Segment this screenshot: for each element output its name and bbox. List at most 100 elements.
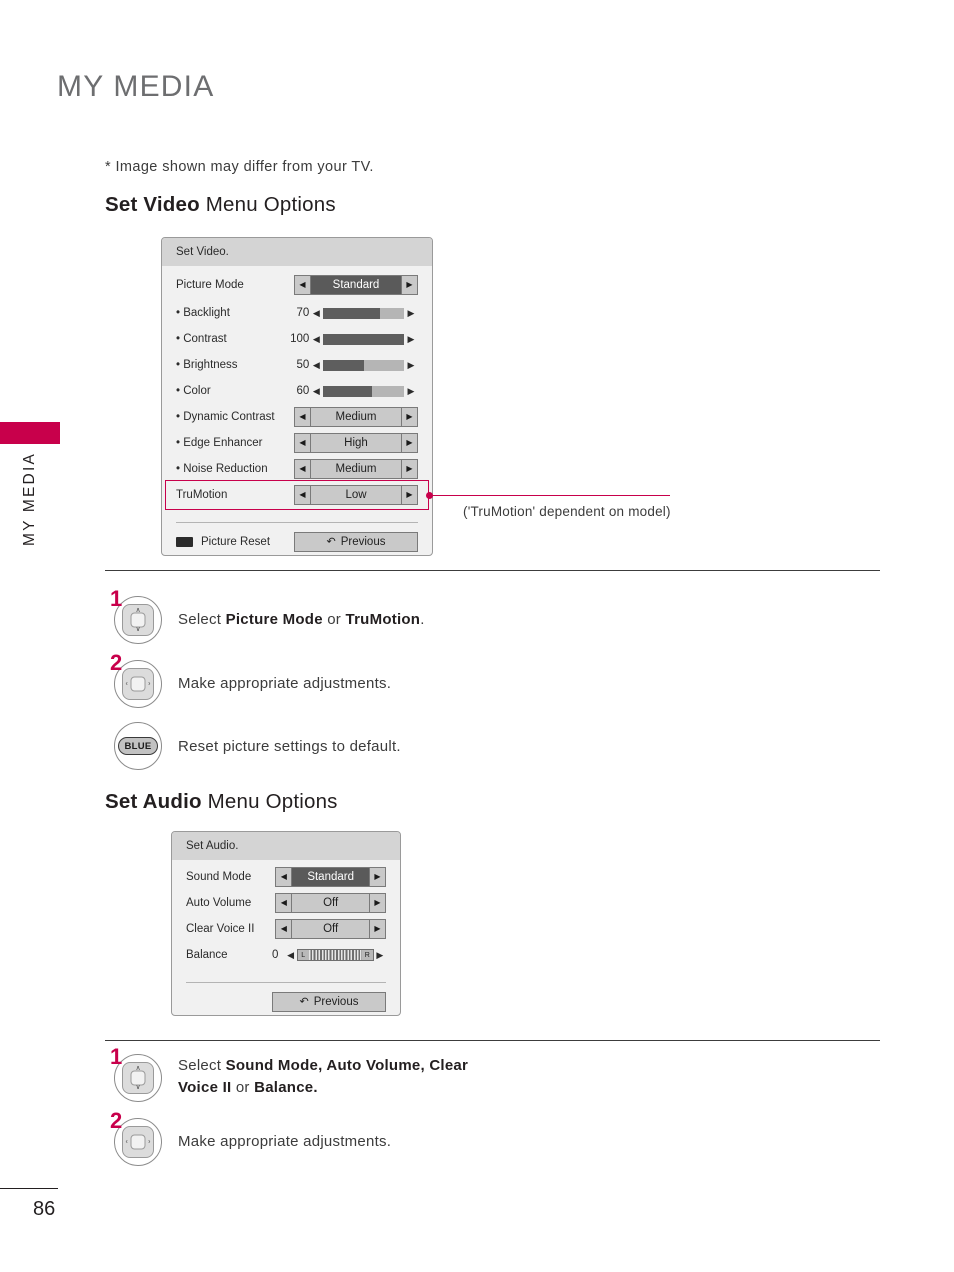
osd-stepper[interactable]: ◀ Medium ▶ bbox=[294, 407, 418, 427]
set-audio-heading: Set Audio Menu Options bbox=[105, 790, 338, 814]
back-arrow-icon: ↶ bbox=[326, 535, 336, 548]
stepper-left-arrow-icon[interactable]: ◀ bbox=[294, 433, 311, 453]
osd-stepper[interactable]: ◀ Medium ▶ bbox=[294, 459, 418, 479]
chevron-right-icon: › bbox=[148, 1138, 151, 1146]
osd-row[interactable]: Clear Voice II ◀ Off ▶ bbox=[172, 916, 400, 942]
slider-track[interactable] bbox=[323, 385, 404, 397]
slider-fill bbox=[323, 385, 372, 397]
slider-right-arrow-icon[interactable]: ▶ bbox=[404, 360, 418, 370]
set-video-heading: Set Video Menu Options bbox=[105, 193, 336, 217]
osd-row[interactable]: Picture Mode ◀ Standard ▶ bbox=[162, 270, 432, 300]
osd-row[interactable]: • Contrast 100 ◀ ▶ bbox=[162, 326, 432, 352]
osd-row[interactable]: • Color 60 ◀ ▶ bbox=[162, 378, 432, 404]
stepper-left-arrow-icon[interactable]: ◀ bbox=[275, 867, 293, 887]
osd-slider[interactable]: ◀ ▶ bbox=[309, 329, 418, 349]
osd-stepper[interactable]: ◀ Off ▶ bbox=[275, 919, 386, 939]
stepper-right-arrow-icon[interactable]: ▶ bbox=[369, 919, 386, 939]
stepper-left-arrow-icon[interactable]: ◀ bbox=[294, 459, 311, 479]
stepper-right-arrow-icon[interactable]: ▶ bbox=[401, 485, 418, 505]
osd-row[interactable]: Balance 0 ◀ L R ▶ bbox=[172, 942, 400, 968]
stepper-right-arrow-icon[interactable]: ▶ bbox=[401, 433, 418, 453]
osd-stepper[interactable]: ◀ Standard ▶ bbox=[275, 867, 386, 887]
set-video-heading-rest: Menu Options bbox=[199, 193, 336, 216]
stepper-right-arrow-icon[interactable]: ▶ bbox=[369, 867, 386, 887]
previous-button-audio[interactable]: ↶ Previous bbox=[272, 992, 386, 1012]
slider-left-arrow-icon[interactable]: ◀ bbox=[309, 308, 323, 318]
osd-row-label: TruMotion bbox=[176, 489, 228, 501]
nav-updown-icon[interactable]: ∧ ∨ bbox=[122, 1062, 154, 1094]
step-text-emphasis: TruMotion bbox=[345, 611, 421, 628]
section-separator-audio bbox=[105, 1040, 880, 1041]
page-title: MY MEDIA bbox=[57, 70, 215, 103]
step-text-plain: or bbox=[322, 611, 346, 628]
balance-left-arrow-icon[interactable]: ◀ bbox=[284, 950, 296, 960]
slider-track[interactable] bbox=[323, 307, 404, 319]
osd-row-label: • Backlight bbox=[176, 307, 230, 319]
osd-row[interactable]: Sound Mode ◀ Standard ▶ bbox=[172, 864, 400, 890]
step-number: 2 bbox=[110, 650, 123, 675]
nav-leftright-icon[interactable]: ‹ › bbox=[122, 668, 154, 700]
osd-slider[interactable]: ◀ ▶ bbox=[309, 355, 418, 375]
osd-row[interactable]: • Noise Reduction ◀ Medium ▶ bbox=[162, 456, 432, 482]
trumotion-callout-note: ('TruMotion' dependent on model) bbox=[463, 504, 671, 519]
image-disclaimer-note: * Image shown may differ from your TV. bbox=[105, 159, 374, 175]
slider-track[interactable] bbox=[323, 333, 404, 345]
osd-stepper[interactable]: ◀ High ▶ bbox=[294, 433, 418, 453]
nav-updown-icon[interactable]: ∧ ∨ bbox=[122, 604, 154, 636]
previous-button-label: Previous bbox=[340, 536, 386, 548]
step-text-plain: Select bbox=[178, 1057, 226, 1074]
osd-slider[interactable]: ◀ ▶ bbox=[309, 381, 418, 401]
slider-left-arrow-icon[interactable]: ◀ bbox=[309, 360, 323, 370]
stepper-right-arrow-icon[interactable]: ▶ bbox=[369, 893, 386, 913]
step-text-plain: Select bbox=[178, 611, 226, 628]
osd-row[interactable]: • Edge Enhancer ◀ High ▶ bbox=[162, 430, 432, 456]
osd-row-value: 50 bbox=[296, 359, 310, 371]
trumotion-callout-line bbox=[433, 495, 670, 496]
osd-row[interactable]: • Brightness 50 ◀ ▶ bbox=[162, 352, 432, 378]
balance-meter[interactable]: LR bbox=[296, 949, 374, 961]
step-number: 2 bbox=[110, 1108, 123, 1133]
slider-left-arrow-icon[interactable]: ◀ bbox=[309, 334, 323, 344]
step-instruction-text: Make appropriate adjustments. bbox=[178, 1131, 818, 1153]
previous-button-video[interactable]: ↶ Previous bbox=[294, 532, 418, 552]
osd-row[interactable]: Auto Volume ◀ Off ▶ bbox=[172, 890, 400, 916]
slider-right-arrow-icon[interactable]: ▶ bbox=[404, 386, 418, 396]
step-text-emphasis: Balance. bbox=[254, 1078, 318, 1096]
stepper-right-arrow-icon[interactable]: ▶ bbox=[401, 459, 418, 479]
section-separator-video bbox=[105, 570, 880, 571]
picture-reset-label: Picture Reset bbox=[201, 536, 271, 548]
slider-right-arrow-icon[interactable]: ▶ bbox=[404, 308, 418, 318]
stepper-left-arrow-icon[interactable]: ◀ bbox=[294, 407, 311, 427]
stepper-right-arrow-icon[interactable]: ▶ bbox=[401, 275, 418, 295]
osd-stepper[interactable]: ◀ Standard ▶ bbox=[294, 275, 418, 295]
stepper-right-arrow-icon[interactable]: ▶ bbox=[401, 407, 418, 427]
osd-slider[interactable]: ◀ ▶ bbox=[309, 303, 418, 323]
stepper-left-arrow-icon[interactable]: ◀ bbox=[294, 275, 311, 295]
balance-left-cap: L bbox=[297, 950, 309, 960]
osd-stepper[interactable]: ◀ Low ▶ bbox=[294, 485, 418, 505]
blue-button-icon[interactable]: BLUE bbox=[118, 737, 158, 755]
nav-leftright-icon[interactable]: ‹ › bbox=[122, 1126, 154, 1158]
previous-button-label: Previous bbox=[313, 996, 359, 1008]
side-rail-label: MY MEDIA bbox=[21, 452, 38, 546]
slider-left-arrow-icon[interactable]: ◀ bbox=[309, 386, 323, 396]
osd-row[interactable]: • Dynamic Contrast ◀ Medium ▶ bbox=[162, 404, 432, 430]
slider-fill bbox=[323, 333, 404, 345]
osd-divider bbox=[186, 982, 386, 983]
balance-right-arrow-icon[interactable]: ▶ bbox=[374, 950, 386, 960]
stepper-left-arrow-icon[interactable]: ◀ bbox=[275, 893, 293, 913]
stepper-left-arrow-icon[interactable]: ◀ bbox=[275, 919, 293, 939]
osd-stepper[interactable]: ◀ Off ▶ bbox=[275, 893, 386, 913]
nav-center-key bbox=[130, 1134, 146, 1150]
trumotion-callout-dot bbox=[426, 491, 433, 499]
slider-track[interactable] bbox=[323, 359, 404, 371]
slider-right-arrow-icon[interactable]: ▶ bbox=[404, 334, 418, 344]
chevron-right-icon: › bbox=[148, 680, 151, 688]
balance-control[interactable]: 0 ◀ L R ▶ bbox=[272, 949, 386, 961]
osd-row[interactable]: • Backlight 70 ◀ ▶ bbox=[162, 300, 432, 326]
page-number: 86 bbox=[33, 1198, 56, 1220]
osd-row[interactable]: TruMotion ◀ Low ▶ bbox=[162, 482, 432, 508]
step-text-plain: Make appropriate adjustments. bbox=[178, 1133, 392, 1150]
osd-row-label: Balance bbox=[186, 949, 228, 961]
stepper-left-arrow-icon[interactable]: ◀ bbox=[294, 485, 311, 505]
